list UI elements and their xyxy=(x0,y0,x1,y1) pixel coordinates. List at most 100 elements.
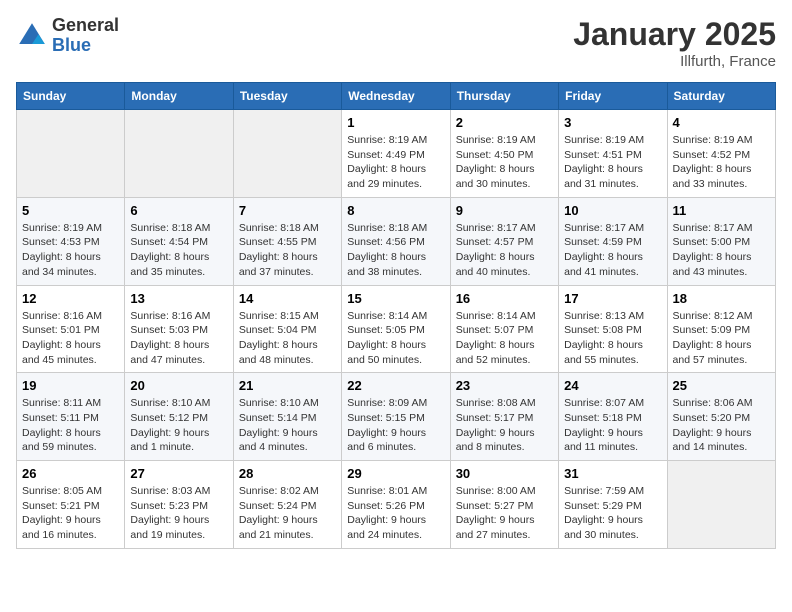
day-cell xyxy=(17,110,125,198)
day-info: Sunrise: 8:05 AM Sunset: 5:21 PM Dayligh… xyxy=(22,484,119,543)
day-cell: 7Sunrise: 8:18 AM Sunset: 4:55 PM Daylig… xyxy=(233,197,341,285)
day-number: 29 xyxy=(347,466,444,481)
day-info: Sunrise: 8:19 AM Sunset: 4:49 PM Dayligh… xyxy=(347,133,444,192)
day-info: Sunrise: 8:02 AM Sunset: 5:24 PM Dayligh… xyxy=(239,484,336,543)
day-info: Sunrise: 8:18 AM Sunset: 4:55 PM Dayligh… xyxy=(239,221,336,280)
day-cell: 23Sunrise: 8:08 AM Sunset: 5:17 PM Dayli… xyxy=(450,373,558,461)
day-cell: 4 Sunrise: 8:19 AM Sunset: 4:52 PM Daylig… xyxy=(667,110,775,198)
day-number: 25 xyxy=(673,378,770,393)
day-info: Sunrise: 8:11 AM Sunset: 5:11 PM Dayligh… xyxy=(22,396,119,455)
day-info: Sunrise: 8:10 AM Sunset: 5:14 PM Dayligh… xyxy=(239,396,336,455)
day-number: 9 xyxy=(456,203,553,218)
day-info: Sunrise: 8:09 AM Sunset: 5:15 PM Dayligh… xyxy=(347,396,444,455)
day-number: 11 xyxy=(673,203,770,218)
day-info: Sunrise: 8:01 AM Sunset: 5:26 PM Dayligh… xyxy=(347,484,444,543)
month-title: January 2025 xyxy=(573,16,776,53)
header-monday: Monday xyxy=(125,83,233,110)
day-cell: 31 Sunrise: 7:59 AM Sunset: 5:29 PM Dayli… xyxy=(559,461,667,549)
day-info: Sunrise: 8:14 AM Sunset: 5:05 PM Dayligh… xyxy=(347,309,444,368)
day-cell: 18 Sunrise: 8:12 AM Sunset: 5:09 PM Dayli… xyxy=(667,285,775,373)
day-info: Sunrise: 8:17 AM Sunset: 4:57 PM Dayligh… xyxy=(456,221,553,280)
day-cell: 24 Sunrise: 8:07 AM Sunset: 5:18 PM Dayli… xyxy=(559,373,667,461)
day-info: Sunrise: 7:59 AM Sunset: 5:29 PM Dayligh… xyxy=(564,484,661,543)
location: Illfurth, France xyxy=(573,53,776,70)
week-row-3: 19 Sunrise: 8:11 AM Sunset: 5:11 PM Dayli… xyxy=(17,373,776,461)
day-number: 6 xyxy=(130,203,227,218)
logo: General Blue xyxy=(16,16,119,56)
day-number: 21 xyxy=(239,378,336,393)
day-info: Sunrise: 8:03 AM Sunset: 5:23 PM Dayligh… xyxy=(130,484,227,543)
day-number: 28 xyxy=(239,466,336,481)
day-info: Sunrise: 8:16 AM Sunset: 5:03 PM Dayligh… xyxy=(130,309,227,368)
day-cell: 3 Sunrise: 8:19 AM Sunset: 4:51 PM Daylig… xyxy=(559,110,667,198)
day-cell: 15 Sunrise: 8:14 AM Sunset: 5:05 PM Dayli… xyxy=(342,285,450,373)
day-number: 3 xyxy=(564,115,661,130)
logo-general: General xyxy=(52,16,119,36)
logo-icon xyxy=(16,20,48,52)
day-cell: 10Sunrise: 8:17 AM Sunset: 4:59 PM Dayli… xyxy=(559,197,667,285)
day-number: 12 xyxy=(22,291,119,306)
day-cell: 17Sunrise: 8:13 AM Sunset: 5:08 PM Dayli… xyxy=(559,285,667,373)
day-number: 31 xyxy=(564,466,661,481)
day-info: Sunrise: 8:18 AM Sunset: 4:54 PM Dayligh… xyxy=(130,221,227,280)
day-cell: 1Sunrise: 8:19 AM Sunset: 4:49 PM Daylig… xyxy=(342,110,450,198)
day-info: Sunrise: 8:16 AM Sunset: 5:01 PM Dayligh… xyxy=(22,309,119,368)
week-row-0: 1Sunrise: 8:19 AM Sunset: 4:49 PM Daylig… xyxy=(17,110,776,198)
header-sunday: Sunday xyxy=(17,83,125,110)
day-number: 13 xyxy=(130,291,227,306)
header-friday: Friday xyxy=(559,83,667,110)
day-cell: 21 Sunrise: 8:10 AM Sunset: 5:14 PM Dayli… xyxy=(233,373,341,461)
day-number: 16 xyxy=(456,291,553,306)
day-number: 8 xyxy=(347,203,444,218)
day-cell: 19 Sunrise: 8:11 AM Sunset: 5:11 PM Dayli… xyxy=(17,373,125,461)
day-info: Sunrise: 8:19 AM Sunset: 4:50 PM Dayligh… xyxy=(456,133,553,192)
day-cell: 14 Sunrise: 8:15 AM Sunset: 5:04 PM Dayli… xyxy=(233,285,341,373)
day-cell xyxy=(233,110,341,198)
day-number: 5 xyxy=(22,203,119,218)
day-cell: 28 Sunrise: 8:02 AM Sunset: 5:24 PM Dayli… xyxy=(233,461,341,549)
day-info: Sunrise: 8:06 AM Sunset: 5:20 PM Dayligh… xyxy=(673,396,770,455)
day-cell: 11Sunrise: 8:17 AM Sunset: 5:00 PM Dayli… xyxy=(667,197,775,285)
title-block: January 2025 Illfurth, France xyxy=(573,16,776,70)
day-cell: 8 Sunrise: 8:18 AM Sunset: 4:56 PM Daylig… xyxy=(342,197,450,285)
day-cell: 12 Sunrise: 8:16 AM Sunset: 5:01 PM Dayli… xyxy=(17,285,125,373)
day-cell: 6 Sunrise: 8:18 AM Sunset: 4:54 PM Daylig… xyxy=(125,197,233,285)
day-number: 30 xyxy=(456,466,553,481)
day-info: Sunrise: 8:19 AM Sunset: 4:51 PM Dayligh… xyxy=(564,133,661,192)
day-number: 26 xyxy=(22,466,119,481)
day-cell xyxy=(667,461,775,549)
day-info: Sunrise: 8:00 AM Sunset: 5:27 PM Dayligh… xyxy=(456,484,553,543)
day-info: Sunrise: 8:19 AM Sunset: 4:52 PM Dayligh… xyxy=(673,133,770,192)
day-cell: 29 Sunrise: 8:01 AM Sunset: 5:26 PM Dayli… xyxy=(342,461,450,549)
logo-text: General Blue xyxy=(52,16,119,56)
day-number: 14 xyxy=(239,291,336,306)
day-cell: 22 Sunrise: 8:09 AM Sunset: 5:15 PM Dayli… xyxy=(342,373,450,461)
day-info: Sunrise: 8:14 AM Sunset: 5:07 PM Dayligh… xyxy=(456,309,553,368)
day-number: 4 xyxy=(673,115,770,130)
day-info: Sunrise: 8:12 AM Sunset: 5:09 PM Dayligh… xyxy=(673,309,770,368)
day-cell: 30 Sunrise: 8:00 AM Sunset: 5:27 PM Dayli… xyxy=(450,461,558,549)
day-number: 19 xyxy=(22,378,119,393)
day-number: 15 xyxy=(347,291,444,306)
day-number: 24 xyxy=(564,378,661,393)
day-cell: 5 Sunrise: 8:19 AM Sunset: 4:53 PM Daylig… xyxy=(17,197,125,285)
day-info: Sunrise: 8:15 AM Sunset: 5:04 PM Dayligh… xyxy=(239,309,336,368)
day-info: Sunrise: 8:10 AM Sunset: 5:12 PM Dayligh… xyxy=(130,396,227,455)
day-info: Sunrise: 8:19 AM Sunset: 4:53 PM Dayligh… xyxy=(22,221,119,280)
day-number: 18 xyxy=(673,291,770,306)
week-row-2: 12 Sunrise: 8:16 AM Sunset: 5:01 PM Dayli… xyxy=(17,285,776,373)
day-info: Sunrise: 8:07 AM Sunset: 5:18 PM Dayligh… xyxy=(564,396,661,455)
day-cell: 26 Sunrise: 8:05 AM Sunset: 5:21 PM Dayli… xyxy=(17,461,125,549)
day-cell: 13 Sunrise: 8:16 AM Sunset: 5:03 PM Dayli… xyxy=(125,285,233,373)
logo-blue: Blue xyxy=(52,36,119,56)
week-row-4: 26 Sunrise: 8:05 AM Sunset: 5:21 PM Dayli… xyxy=(17,461,776,549)
calendar-table: SundayMondayTuesdayWednesdayThursdayFrid… xyxy=(16,82,776,549)
day-cell: 27Sunrise: 8:03 AM Sunset: 5:23 PM Dayli… xyxy=(125,461,233,549)
header-saturday: Saturday xyxy=(667,83,775,110)
day-info: Sunrise: 8:08 AM Sunset: 5:17 PM Dayligh… xyxy=(456,396,553,455)
day-number: 10 xyxy=(564,203,661,218)
day-info: Sunrise: 8:18 AM Sunset: 4:56 PM Dayligh… xyxy=(347,221,444,280)
header-tuesday: Tuesday xyxy=(233,83,341,110)
day-number: 22 xyxy=(347,378,444,393)
header-wednesday: Wednesday xyxy=(342,83,450,110)
